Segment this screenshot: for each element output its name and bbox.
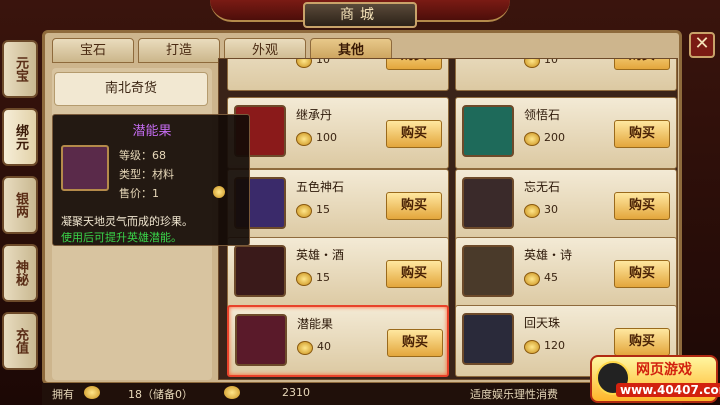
potential-fruit-icon: [235, 314, 287, 366]
buy-button[interactable]: 购买: [386, 59, 442, 70]
item-price: 30: [544, 203, 558, 216]
shop-item-partial: 10 购买: [227, 58, 449, 91]
buy-button[interactable]: 购买: [614, 120, 670, 148]
tooltip-price: 售价：1: [119, 187, 159, 200]
item-name: 领悟石: [524, 108, 561, 122]
coin-icon: [524, 204, 540, 218]
buy-button[interactable]: 购买: [614, 192, 670, 220]
close-button[interactable]: ✕: [689, 32, 715, 58]
item-price: 45: [544, 271, 558, 284]
item-name: 回天珠: [524, 316, 561, 330]
subcategory-item[interactable]: 南北奇货: [54, 72, 208, 106]
shop-item-partial: 10 购买: [455, 58, 677, 91]
shop-item[interactable]: 英雄・诗 45 购买: [455, 237, 677, 309]
item-name: 五色神石: [296, 180, 345, 194]
buy-button[interactable]: 购买: [386, 192, 442, 220]
buy-button[interactable]: 购买: [386, 260, 442, 288]
coin-icon: [524, 59, 540, 68]
shop-item-selected[interactable]: 潜能果 40 购买: [227, 305, 449, 377]
tab-gems[interactable]: 宝石: [52, 38, 134, 63]
forget-stone-icon: [462, 177, 514, 229]
shop-item[interactable]: 忘无石 30 购买: [455, 169, 677, 241]
item-price: 15: [316, 271, 330, 284]
item-price: 15: [316, 203, 330, 216]
buy-button[interactable]: 购买: [614, 59, 670, 70]
buy-button[interactable]: 购买: [386, 120, 442, 148]
coin-icon: [296, 204, 312, 218]
coin-icon: [296, 59, 312, 68]
coin-icon: [296, 132, 312, 146]
yuanbao-icon: [84, 386, 100, 399]
tooltip-type: 类型：材料: [119, 168, 174, 181]
item-price: 200: [544, 131, 565, 144]
notice-text: 适度娱乐理性消费: [470, 388, 558, 401]
watermark-brand: 网页游戏: [636, 362, 692, 378]
hero-wine-icon: [234, 245, 286, 297]
tab-forge[interactable]: 打造: [138, 38, 220, 63]
item-name: 继承丹: [296, 108, 333, 122]
currency-side-tabs: 元宝 绑元 银两 神秘 充值: [0, 40, 40, 385]
owned-value: 18（储备0）: [128, 388, 193, 401]
tooltip-level: 等级：68: [119, 149, 166, 162]
coin-icon: [524, 132, 540, 146]
item-name: 英雄・酒: [296, 248, 345, 262]
item-name: 忘无石: [524, 180, 561, 194]
shop-item[interactable]: 继承丹 100 购买: [227, 97, 449, 169]
coin-icon: [524, 340, 540, 354]
item-price: 10: [544, 58, 558, 66]
item-price: 10: [316, 58, 330, 66]
buy-button[interactable]: 购买: [614, 260, 670, 288]
bound-value: 2310: [282, 386, 310, 399]
item-name: 英雄・诗: [524, 248, 573, 262]
item-price: 100: [316, 131, 337, 144]
return-heaven-bead-icon: [462, 313, 514, 365]
shop-item[interactable]: 五色神石 15 购买: [227, 169, 449, 241]
coin-icon: [297, 341, 313, 355]
tooltip-description: 凝聚天地灵气而成的珍果。: [61, 215, 193, 228]
item-price: 120: [544, 339, 565, 352]
side-tab-bound-yuanbao[interactable]: 绑元: [2, 108, 38, 166]
buy-button[interactable]: 购买: [387, 329, 443, 357]
hero-poem-scroll-icon: [462, 245, 514, 297]
bound-yuanbao-icon: [224, 386, 240, 399]
shop-item[interactable]: 领悟石 200 购买: [455, 97, 677, 169]
item-price: 40: [317, 340, 331, 353]
owned-label: 拥有: [52, 388, 74, 401]
side-tab-silver[interactable]: 银两: [2, 176, 38, 234]
tooltip-title: 潜能果: [132, 124, 172, 139]
potential-fruit-icon: [61, 145, 109, 191]
item-name: 潜能果: [297, 317, 334, 331]
side-tab-recharge[interactable]: 充值: [2, 312, 38, 370]
buy-button[interactable]: 购买: [614, 328, 670, 356]
shop-title: 商城: [303, 2, 417, 28]
comprehension-stone-icon: [462, 105, 514, 157]
close-icon: ✕: [694, 33, 710, 54]
shop-item[interactable]: 英雄・酒 15 购买: [227, 237, 449, 309]
side-tab-yuanbao[interactable]: 元宝: [2, 40, 38, 98]
side-tab-mystery[interactable]: 神秘: [2, 244, 38, 302]
tooltip-effect: 使用后可提升英雄潜能。: [61, 231, 182, 244]
item-tooltip: 潜能果 等级：68 类型：材料 售价：1 凝聚天地灵气而成的珍果。 使用后可提升…: [52, 114, 250, 246]
watermark-url: www.40407.com: [616, 383, 720, 397]
item-grid: 10 购买 10 购买 继承丹 100 购买 领悟石 200 购买 五色神石 1…: [218, 58, 678, 380]
coin-icon: [213, 186, 225, 198]
coin-icon: [524, 272, 540, 286]
coin-icon: [296, 272, 312, 286]
watermark-logo: 网页游戏 www.40407.com: [590, 355, 720, 403]
